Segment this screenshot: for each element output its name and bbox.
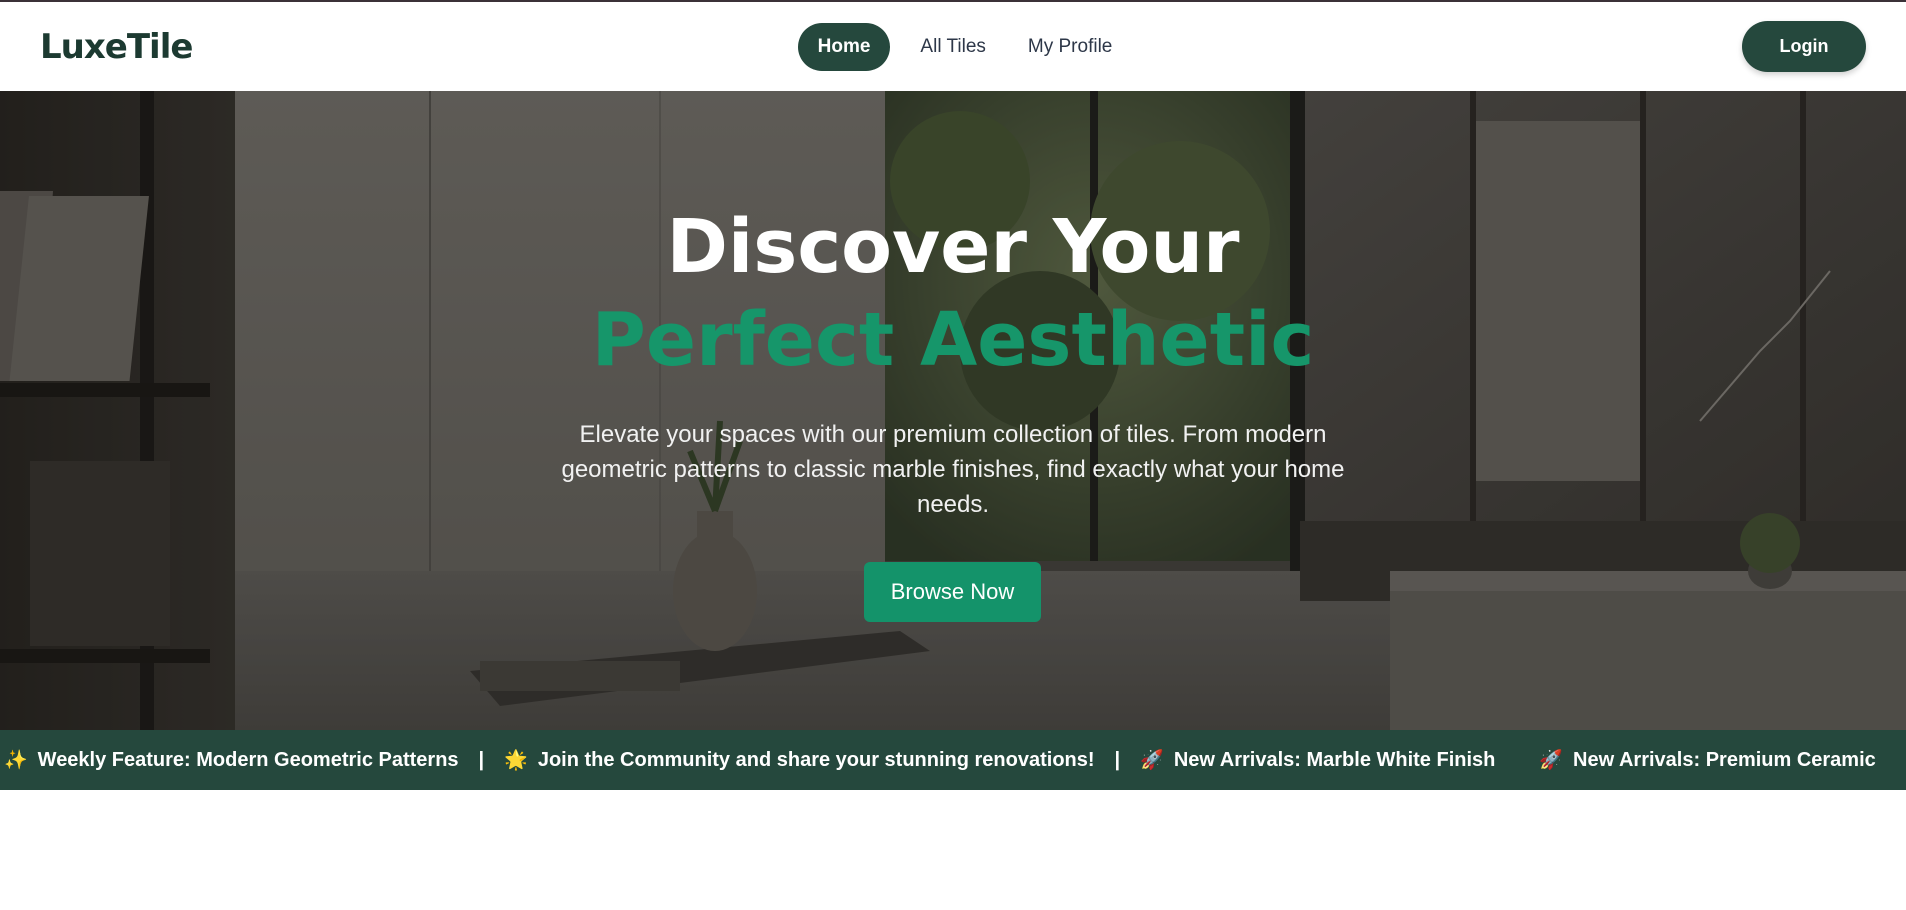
ticker-text: New Arrivals: Premium Ceramic <box>1573 748 1876 771</box>
nav-link-my-profile[interactable]: My Profile <box>1016 23 1124 71</box>
ticker-track: ✨ Weekly Feature: Modern Geometric Patte… <box>4 730 1876 790</box>
hero-title-highlight: Perfect Aesthetic <box>591 297 1315 383</box>
logo[interactable]: LuxeTile <box>40 27 260 67</box>
ticker-text: Join the Community and share your stunni… <box>537 748 1095 771</box>
sparkles-icon: ✨ <box>4 750 28 771</box>
hero-content: Discover Your Perfect Aesthetic Elevate … <box>0 91 1906 730</box>
navbar: LuxeTile Home All Tiles My Profile Login <box>0 2 1906 91</box>
ticker-separator: | <box>1114 748 1121 771</box>
star-icon: 🌟 <box>504 750 528 771</box>
ticker-separator: | <box>478 748 485 771</box>
page-body <box>0 790 1906 910</box>
ticker-text: New Arrivals: Marble White Finish <box>1173 748 1496 771</box>
nav-link-all-tiles[interactable]: All Tiles <box>908 23 997 71</box>
rocket-icon: 🚀 <box>1140 750 1164 771</box>
hero-section: Discover Your Perfect Aesthetic Elevate … <box>0 91 1906 730</box>
nav-link-home[interactable]: Home <box>797 22 891 71</box>
nav-right: Login <box>1646 21 1866 72</box>
rocket-icon: 🚀 <box>1539 750 1564 771</box>
ticker-item: ✨ Weekly Feature: Modern Geometric Patte… <box>4 748 1495 772</box>
browse-now-button[interactable]: Browse Now <box>864 562 1041 622</box>
ticker-item: 🚀 New Arrivals: Premium Ceramic <box>1539 748 1875 772</box>
login-button[interactable]: Login <box>1741 21 1866 72</box>
ticker-text: Weekly Feature: Modern Geometric Pattern… <box>37 748 459 771</box>
hero-subtitle: Elevate your spaces with our premium col… <box>561 421 1345 518</box>
announcement-ticker: ✨ Weekly Feature: Modern Geometric Patte… <box>0 730 1906 790</box>
hero-title: Discover Your <box>666 204 1240 290</box>
nav-links: Home All Tiles My Profile <box>797 22 1125 71</box>
